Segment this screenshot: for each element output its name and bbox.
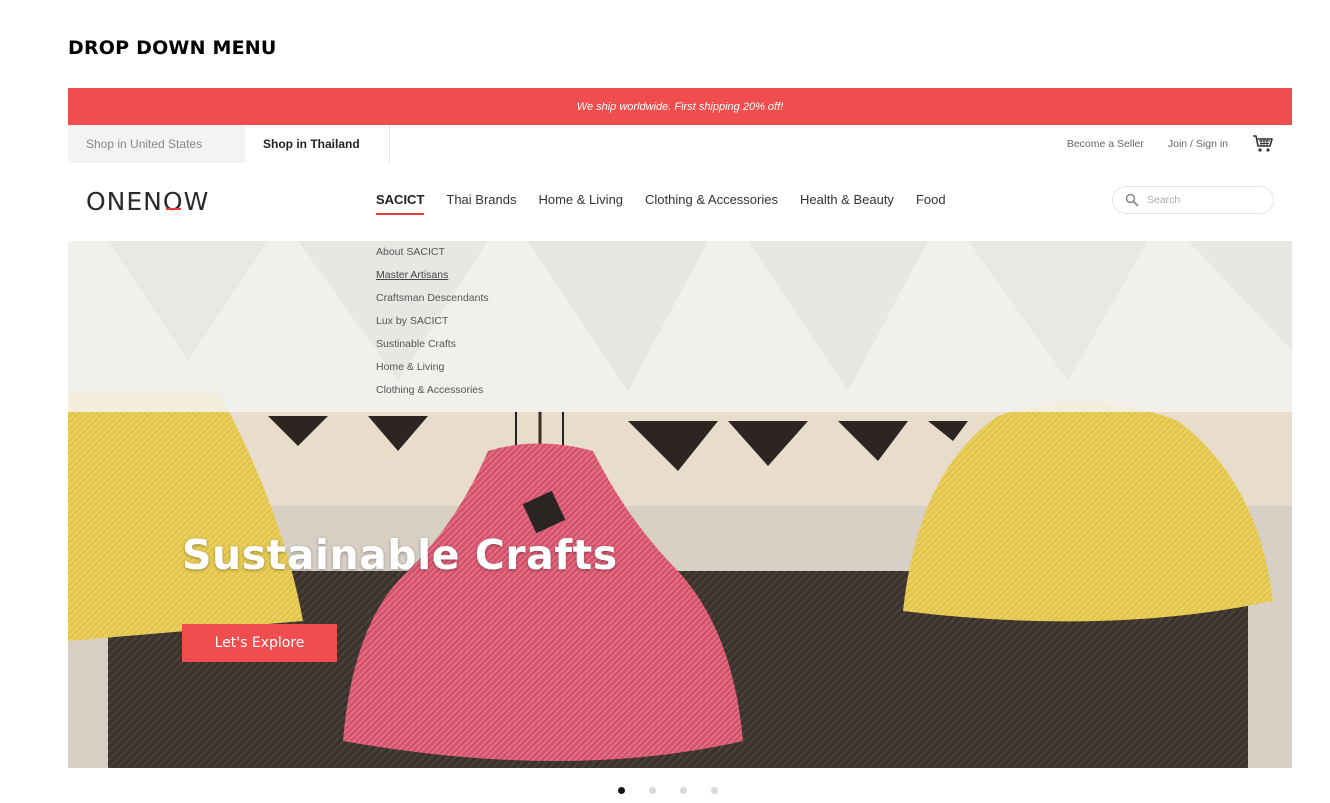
dropdown-item-lux-by-sacict[interactable]: Lux by SACICT <box>376 310 489 333</box>
dropdown-item-master-artisans[interactable]: Master Artisans <box>376 264 489 287</box>
join-signin-link[interactable]: Join / Sign in <box>1168 138 1228 150</box>
website-screenshot: We ship worldwide. First shipping 20% of… <box>68 88 1292 768</box>
logo-text-start: ONEN <box>86 187 163 216</box>
nav-item-health-beauty[interactable]: Health & Beauty <box>800 192 894 215</box>
dropdown-item-craftsman-descendants[interactable]: Craftsman Descendants <box>376 287 489 310</box>
carousel-dot[interactable] <box>618 787 625 794</box>
search-input[interactable] <box>1145 193 1259 207</box>
nav-item-clothing-accessories[interactable]: Clothing & Accessories <box>645 192 778 215</box>
sacict-dropdown-menu: About SACICT Master Artisans Craftsman D… <box>68 241 1292 412</box>
logo-accent-letter: O <box>162 187 184 216</box>
carousel-dot[interactable] <box>711 787 718 794</box>
nav-item-thai-brands[interactable]: Thai Brands <box>446 192 516 215</box>
account-links: Become a Seller Join / Sign in <box>1067 125 1292 163</box>
hero-title: Sustainable Crafts <box>182 531 618 579</box>
carousel-indicators <box>618 787 742 794</box>
dropdown-item-home-living[interactable]: Home & Living <box>376 356 489 379</box>
search-icon <box>1125 193 1139 207</box>
search-box[interactable] <box>1112 186 1274 214</box>
nav-item-sacict[interactable]: SACICT <box>376 192 425 215</box>
nav-item-home-living[interactable]: Home & Living <box>538 192 623 215</box>
carousel-dot[interactable] <box>680 787 687 794</box>
carousel-dot[interactable] <box>649 787 656 794</box>
dropdown-item-clothing-accessories[interactable]: Clothing & Accessories <box>376 379 489 402</box>
shop-tab-united-states[interactable]: Shop in United States <box>68 125 245 163</box>
document-heading: DROP DOWN MENU <box>68 37 277 59</box>
onenow-logo[interactable]: ONENOW <box>86 187 209 216</box>
shop-region-bar: Shop in United States Shop in Thailand B… <box>68 125 1292 164</box>
category-menu: SACICT Thai Brands Home & Living Clothin… <box>376 192 968 215</box>
hero-banner: About SACICT Master Artisans Craftsman D… <box>68 241 1292 768</box>
dropdown-item-sustinable-crafts[interactable]: Sustinable Crafts <box>376 333 489 356</box>
promo-text: We ship worldwide. First shipping 20% of… <box>576 100 784 113</box>
dropdown-item-about-sacict[interactable]: About SACICT <box>376 241 489 264</box>
nav-item-food[interactable]: Food <box>916 192 946 215</box>
main-navigation: ONENOW SACICT Thai Brands Home & Living … <box>68 163 1292 241</box>
shop-tab-thailand[interactable]: Shop in Thailand <box>245 125 390 163</box>
promo-banner: We ship worldwide. First shipping 20% of… <box>68 88 1292 125</box>
become-seller-link[interactable]: Become a Seller <box>1067 138 1144 150</box>
dropdown-list: About SACICT Master Artisans Craftsman D… <box>376 241 489 402</box>
lets-explore-button[interactable]: Let's Explore <box>182 624 337 662</box>
cart-icon[interactable] <box>1252 134 1274 154</box>
shop-tab-label: Shop in United States <box>86 137 203 151</box>
logo-text-end: W <box>183 187 210 216</box>
shop-tab-label: Shop in Thailand <box>263 137 360 151</box>
